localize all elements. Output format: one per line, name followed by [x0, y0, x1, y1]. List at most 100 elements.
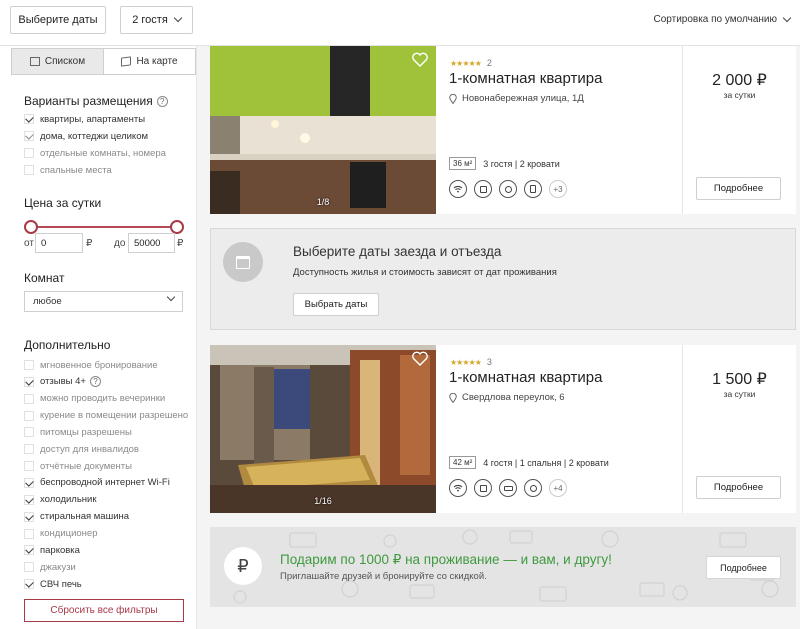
chevron-down-icon [173, 13, 183, 23]
listing-card[interactable]: 1/8 ★★★★★ 2 1-комнатная квартира Новонабе… [210, 46, 796, 214]
ruble-icon: ₽ [224, 547, 262, 585]
amenities: +3 [449, 180, 574, 198]
checkbox-checked-icon[interactable] [24, 494, 34, 505]
more-amenities-badge[interactable]: +4 [549, 479, 567, 497]
filter-checkbox[interactable]: можно проводить вечеринки [24, 392, 165, 406]
price-title-text: Цена за сутки [24, 196, 102, 210]
chevron-down-icon [166, 292, 176, 302]
checkbox-unchecked-icon[interactable] [24, 393, 34, 404]
reset-filters-button[interactable]: Сбросить все фильтры [24, 599, 184, 622]
checkbox-checked-icon[interactable] [24, 114, 34, 124]
listing-title[interactable]: 1-комнатная квартира [449, 70, 602, 87]
help-icon[interactable]: ? [156, 95, 168, 107]
filter-checkbox[interactable]: холодильник [24, 493, 97, 507]
calendar-icon [223, 242, 263, 282]
rooms-select[interactable]: любое [24, 291, 183, 312]
checkbox-unchecked-icon[interactable] [24, 410, 34, 421]
listing-address: Свердлова переулок, 6 [449, 392, 565, 403]
view-toggle: Списком На карте [11, 48, 196, 75]
checkbox-unchecked-icon[interactable] [24, 562, 34, 573]
listing-photo[interactable]: 1/8 [210, 46, 436, 214]
details-button[interactable]: Подробнее [696, 476, 781, 499]
checkbox-unchecked-icon[interactable] [24, 444, 34, 455]
checkbox-checked-icon[interactable] [24, 545, 34, 556]
listing-address: Новонабережная улица, 1Д [449, 93, 584, 104]
favorite-heart-icon[interactable] [412, 351, 428, 366]
chevron-down-icon [782, 13, 792, 22]
view-list-tab[interactable]: Списком [12, 49, 103, 74]
sort-dropdown[interactable]: Сортировка по умолчанию [653, 13, 792, 25]
price-from-value: 0 [41, 237, 47, 249]
filter-label: джакузи [40, 561, 76, 573]
filter-checkbox[interactable]: спальные места [24, 163, 112, 177]
checkbox-unchecked-icon[interactable] [24, 528, 34, 539]
filter-checkbox[interactable]: доступ для инвалидов [24, 442, 139, 456]
filter-label: квартиры, апартаменты [40, 113, 146, 125]
select-dates-button[interactable]: Выберите даты [10, 6, 106, 34]
listing-photo[interactable]: 1/16 [210, 345, 436, 513]
listing-title[interactable]: 1-комнатная квартира [449, 369, 602, 386]
wifi-icon [449, 479, 467, 497]
filter-checkbox[interactable]: стиральная машина [24, 510, 129, 524]
help-icon[interactable]: ? [89, 376, 101, 388]
accommodation-title: Варианты размещения? [24, 94, 168, 108]
promo-title: Подарим по 1000 ₽ на проживание — и вам,… [280, 552, 612, 567]
price-title: Цена за сутки [24, 196, 101, 210]
filter-checkbox[interactable]: дома, коттеджи целиком [24, 129, 148, 143]
slider-max-handle[interactable] [170, 220, 184, 234]
filter-checkbox[interactable]: квартиры, апартаменты [24, 112, 145, 126]
checkbox-unchecked-icon[interactable] [24, 360, 34, 370]
extra-title: Дополнительно [24, 338, 110, 352]
view-map-tab[interactable]: На карте [103, 49, 195, 74]
address-text: Свердлова переулок, 6 [462, 392, 565, 403]
listing-card[interactable]: 1/16 ★★★★★ 3 1-комнатная квартира Свердло… [210, 345, 796, 513]
filter-checkbox[interactable]: СВЧ печь [24, 577, 82, 591]
filter-checkbox[interactable]: парковка [24, 543, 80, 557]
filter-label: доступ для инвалидов [40, 443, 139, 455]
promo-subtitle: Приглашайте друзей и бронируйте со скидк… [280, 571, 487, 582]
banner-select-dates-button[interactable]: Выбрать даты [293, 293, 379, 316]
banner-subtitle: Доступность жилья и стоимость зависят от… [293, 267, 557, 278]
details-button[interactable]: Подробнее [696, 177, 781, 200]
filter-checkbox[interactable]: отчётные документы [24, 459, 132, 473]
checkbox-checked-icon[interactable] [24, 131, 34, 141]
checkbox-unchecked-icon[interactable] [24, 461, 34, 472]
checkbox-unchecked-icon[interactable] [24, 427, 34, 438]
area-badge: 42 м² [449, 456, 477, 469]
details-label: Подробнее [713, 482, 764, 493]
checkbox-checked-icon[interactable] [24, 511, 34, 522]
filter-checkbox[interactable]: отдельные комнаты, номера [24, 146, 166, 160]
filter-checkbox[interactable]: кондиционер [24, 527, 98, 541]
price-from-label: от [24, 238, 34, 249]
checkbox-checked-icon[interactable] [24, 579, 34, 590]
location-pin-icon [449, 93, 457, 104]
currency-label: ₽ [177, 238, 184, 249]
guests-dropdown[interactable]: 2 гостя [120, 6, 193, 34]
microwave-icon [524, 180, 542, 198]
filter-checkbox[interactable]: курение в помещении разрешено [24, 409, 188, 423]
rooms-value: любое [33, 296, 62, 307]
star-rating: ★★★★★ [450, 357, 482, 367]
more-amenities-badge[interactable]: +3 [549, 180, 567, 198]
price-to-input[interactable]: 50000 [128, 233, 175, 253]
filter-label: курение в помещении разрешено [40, 410, 189, 422]
fridge-icon [474, 180, 492, 198]
filter-checkbox[interactable]: отзывы 4+? [24, 375, 101, 389]
checkbox-checked-icon[interactable] [24, 376, 34, 387]
checkbox-unchecked-icon[interactable] [24, 148, 34, 158]
checkbox-unchecked-icon[interactable] [24, 165, 34, 175]
filter-checkbox[interactable]: джакузи [24, 560, 76, 574]
reset-filters-label: Сбросить все фильтры [50, 605, 158, 616]
price-range-slider[interactable] [24, 220, 184, 234]
amenities: +4 [449, 479, 574, 497]
filter-checkbox[interactable]: беспроводной интернет Wi-Fi [24, 476, 170, 490]
favorite-heart-icon[interactable] [412, 52, 428, 67]
slider-min-handle[interactable] [24, 220, 38, 234]
filter-checkbox[interactable]: питомцы разрешены [24, 425, 132, 439]
filters-sidebar: Списком На карте Варианты размещения? кв… [0, 46, 197, 629]
checkbox-checked-icon[interactable] [24, 477, 34, 488]
location-pin-icon [449, 392, 457, 403]
price-from-input[interactable]: 0 [35, 233, 83, 253]
promo-details-button[interactable]: Подробнее [706, 556, 781, 579]
filter-checkbox[interactable]: мгновенное бронирование [24, 358, 158, 372]
